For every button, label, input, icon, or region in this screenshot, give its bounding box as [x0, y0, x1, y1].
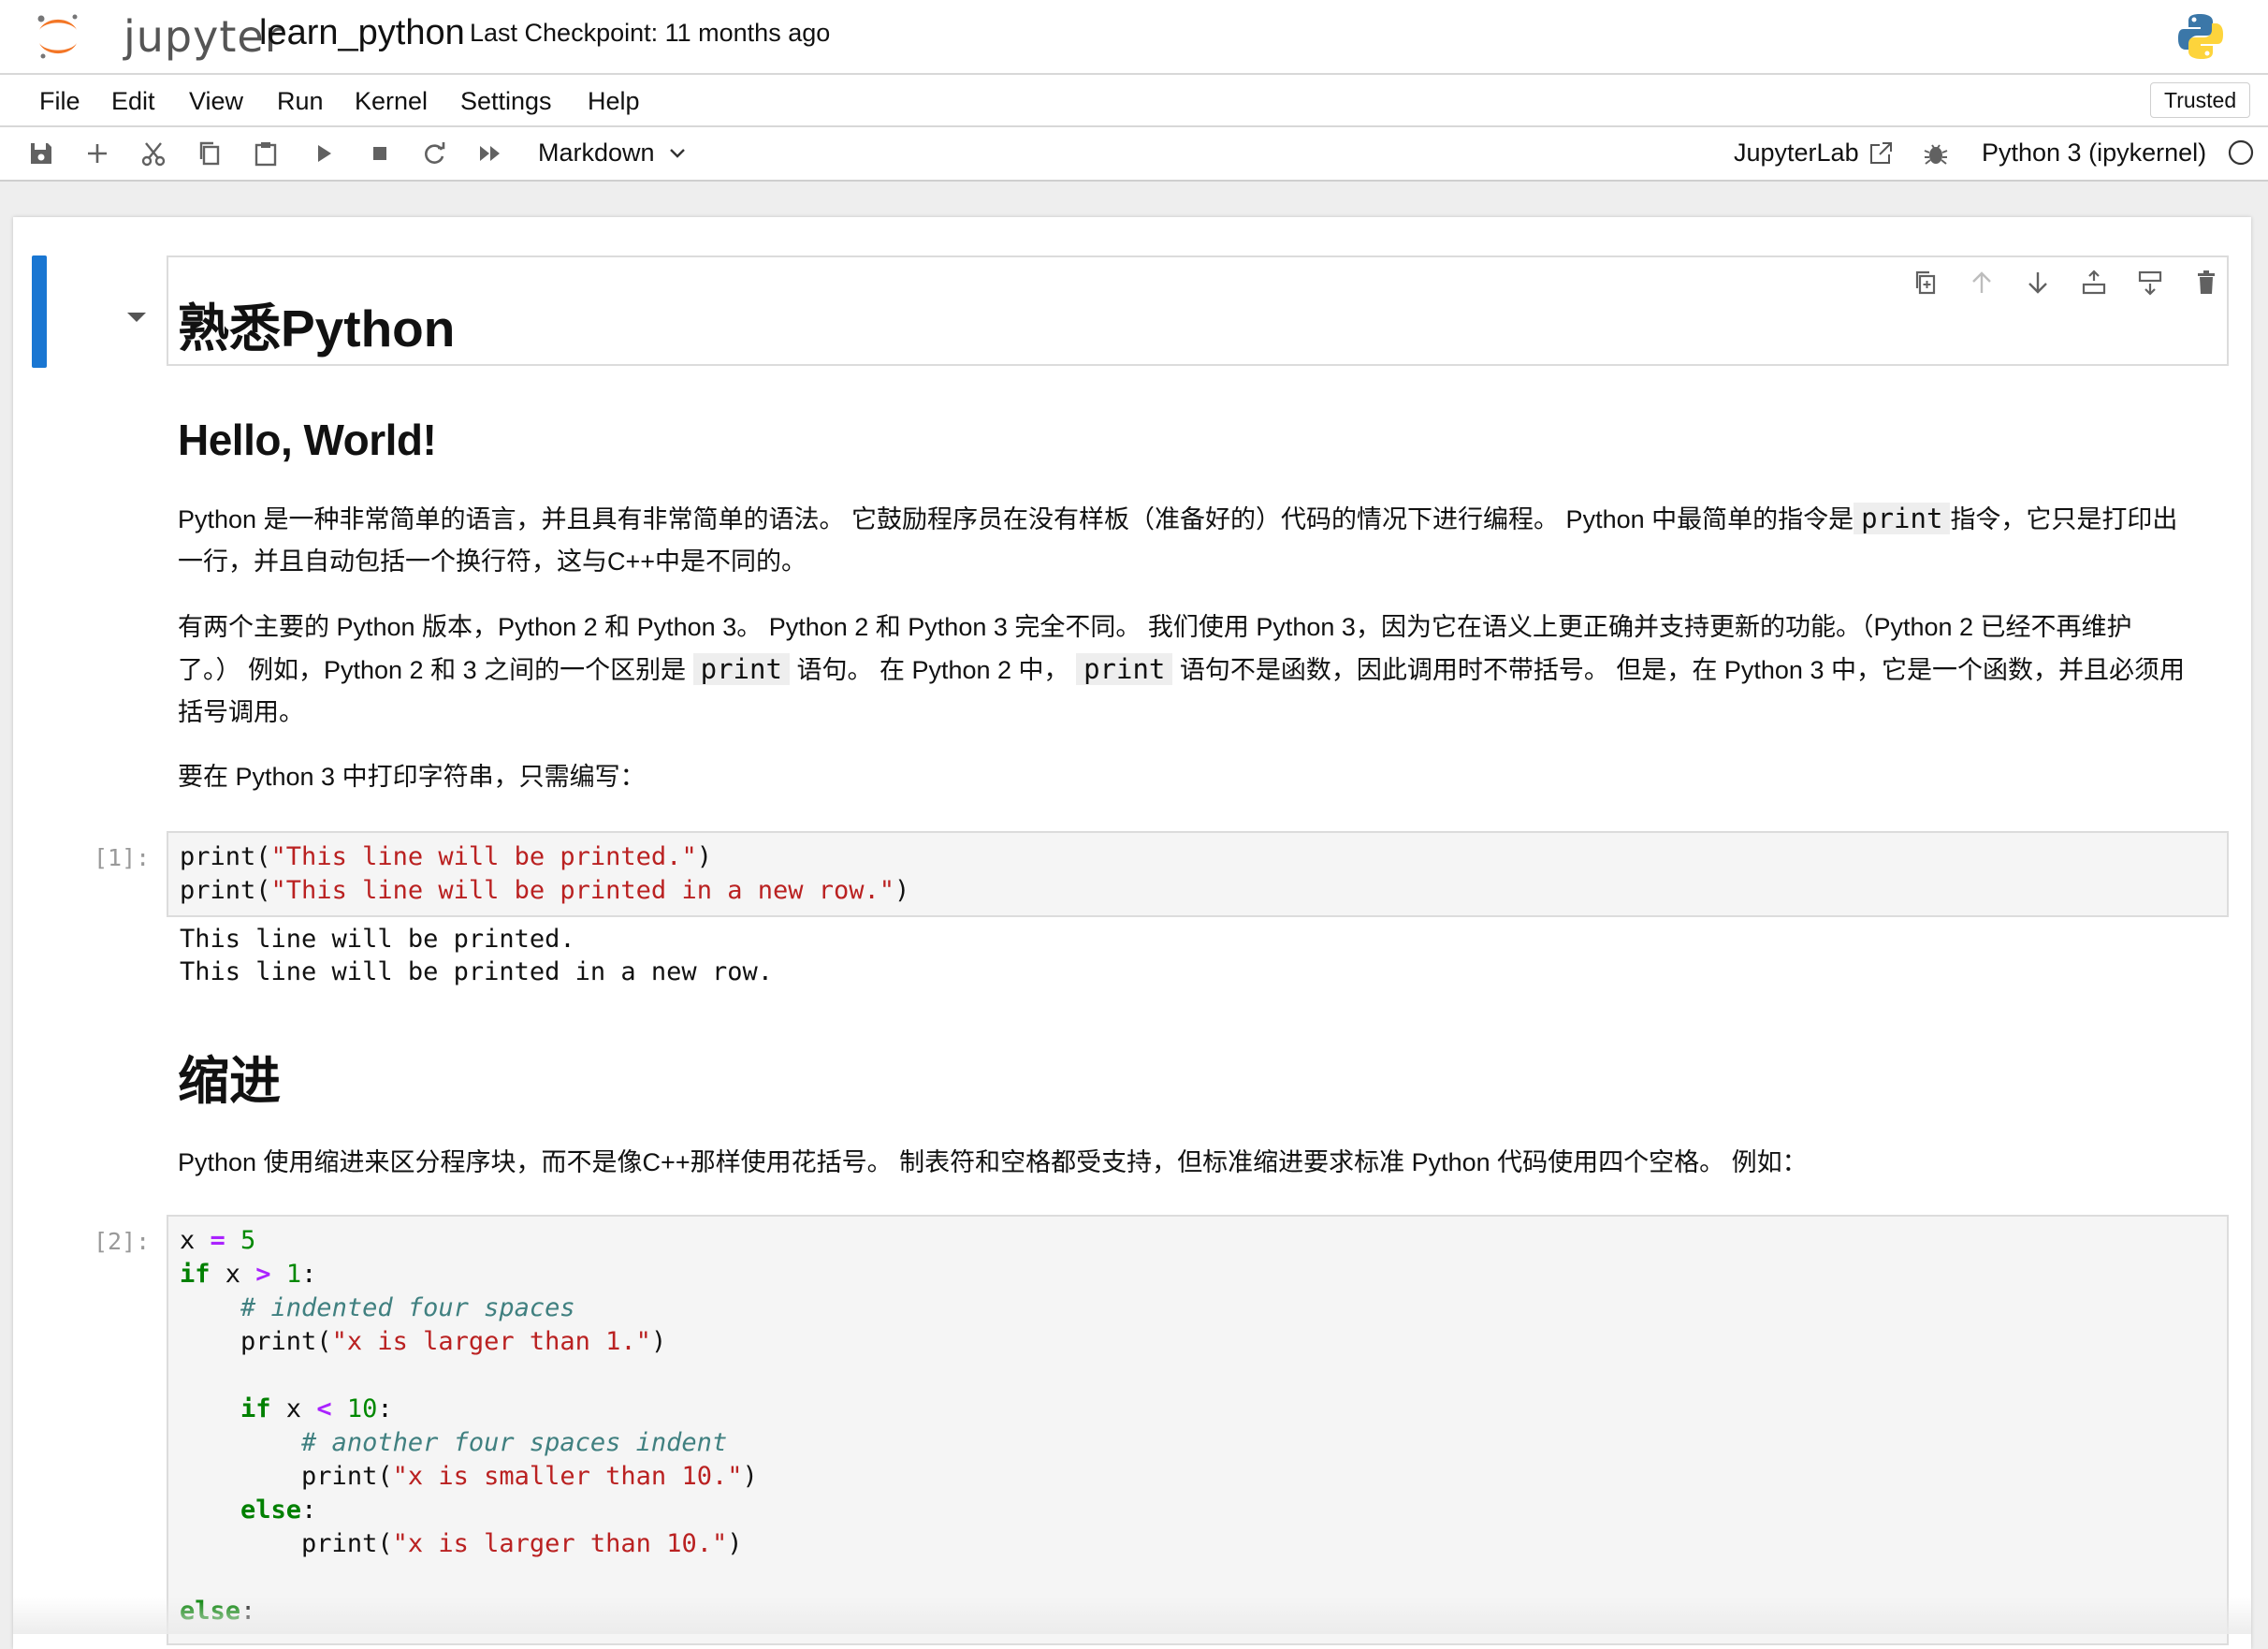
indentation-paragraph: Python 使用缩进来区分程序块，而不是像C++那样使用花括号。 制表符和空格… [178, 1148, 1808, 1176]
run-icon [318, 145, 331, 162]
inline-code: print [692, 653, 790, 685]
move-up-icon [1972, 271, 1991, 293]
stop-icon [373, 147, 386, 160]
paste-icon [254, 142, 277, 167]
duplicate-cell-button[interactable] [1911, 268, 1941, 298]
interrupt-kernel-button[interactable] [365, 139, 395, 168]
chevron-down-icon [670, 149, 685, 158]
active-cell-indicator[interactable] [32, 255, 47, 368]
notebook-title[interactable]: learn_python [259, 13, 465, 53]
intro-paragraph: Python 是一种非常简单的语言，并且具有非常简单的语法。 它鼓励程序员在没有… [178, 498, 2189, 583]
open-in-jupyterlab-link[interactable]: JupyterLab [1734, 139, 1859, 168]
delete-cell-button[interactable] [2191, 268, 2221, 298]
restart-run-all-button[interactable] [475, 139, 505, 168]
jupyter-logo-icon [37, 14, 78, 59]
scroll-fade [13, 1597, 2251, 1634]
restart-icon [425, 142, 445, 164]
code-editor-2[interactable]: x = 5 if x > 1: # indented four spaces p… [180, 1224, 758, 1628]
insert-cell-below-button[interactable] [2135, 268, 2165, 298]
save-button[interactable] [26, 139, 56, 168]
notebook-toolbar: Markdown JupyterLab Python 3 (ipykernel) [0, 127, 2268, 182]
input-prompt-1: [1]: [94, 844, 151, 871]
caret-down-icon[interactable] [124, 309, 150, 326]
kernel-idle-status-icon [2228, 139, 2254, 166]
menu-help[interactable]: Help [588, 87, 640, 116]
insert-cell-button[interactable] [82, 139, 112, 168]
save-icon [31, 143, 51, 164]
copy-button[interactable] [195, 139, 225, 168]
duplicate-icon [1915, 270, 1936, 295]
run-cell-button[interactable] [309, 139, 339, 168]
cell-type-select[interactable]: Markdown [538, 139, 655, 168]
trusted-badge[interactable]: Trusted [2150, 82, 2251, 118]
move-cell-down-button[interactable] [2023, 268, 2053, 298]
copy-icon [199, 141, 220, 166]
section-heading-hello-world: Hello, World! [178, 416, 437, 464]
cell-1-output: This line will be printed. This line wil… [180, 925, 773, 986]
cut-button[interactable] [138, 139, 168, 168]
paragraph-text: Python 是一种非常简单的语言，并且具有非常简单的语法。 它鼓励程序员在没有… [178, 505, 1854, 533]
code-cell-2[interactable]: x = 5 if x > 1: # indented four spaces p… [167, 1215, 2229, 1645]
menu-bar: File Edit View Run Kernel Settings Help … [0, 75, 2268, 127]
menu-settings[interactable]: Settings [460, 87, 552, 116]
insert-above-icon [2082, 270, 2106, 295]
versions-paragraph: 有两个主要的 Python 版本，Python 2 和 Python 3。 Py… [178, 606, 2189, 734]
inline-code: print [1854, 503, 1951, 534]
delete-icon [2198, 270, 2215, 294]
paste-button[interactable] [251, 139, 281, 168]
debugger-bug-icon[interactable] [1922, 139, 1950, 168]
paragraph-text: 语句。 在 Python 2 中， [796, 656, 1069, 684]
move-down-icon [2028, 272, 2047, 294]
insert-below-icon [2138, 270, 2162, 296]
input-prompt-2: [2]: [94, 1228, 151, 1255]
menu-file[interactable]: File [39, 87, 80, 116]
last-checkpoint: Last Checkpoint: 11 months ago [470, 19, 831, 47]
fast-forward-icon [480, 146, 500, 161]
menu-view[interactable]: View [189, 87, 243, 116]
inline-code: print [1076, 653, 1173, 685]
menu-edit[interactable]: Edit [111, 87, 155, 116]
cut-icon [141, 142, 166, 167]
print-instruction-paragraph: 要在 Python 3 中打印字符串，只需编写： [178, 763, 646, 791]
move-cell-up-button[interactable] [1967, 268, 1997, 298]
restart-kernel-button[interactable] [419, 139, 449, 168]
menu-run[interactable]: Run [277, 87, 324, 116]
python-logo-icon [2178, 14, 2223, 59]
code-editor-1[interactable]: print("This line will be printed.") prin… [180, 840, 909, 908]
menu-kernel[interactable]: Kernel [355, 87, 428, 116]
kernel-name[interactable]: Python 3 (ipykernel) [1982, 139, 2206, 168]
code-cell-1[interactable]: print("This line will be printed.") prin… [167, 831, 2229, 917]
jupyter-logo[interactable]: jupyter [34, 9, 283, 64]
external-link-icon [1870, 142, 1892, 164]
add-icon [88, 144, 107, 163]
notebook-heading: 熟悉Python [178, 299, 456, 358]
top-header: jupyter learn_python Last Checkpoint: 11… [0, 0, 2268, 75]
insert-cell-above-button[interactable] [2079, 268, 2109, 298]
section-heading-indentation: 缩进 [178, 1052, 282, 1110]
